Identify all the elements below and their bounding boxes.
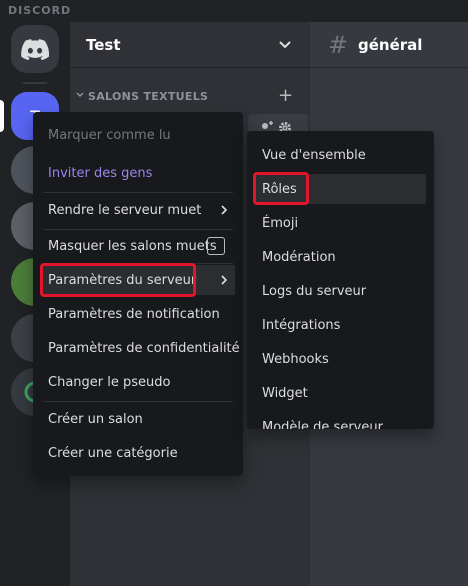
- menu-item-label: Paramètres de confidentialité: [48, 341, 240, 356]
- menu-item-change-nickname[interactable]: Changer le pseudo: [41, 367, 235, 397]
- menu-item-label: Rôles: [262, 182, 297, 197]
- server-header[interactable]: Test: [70, 22, 310, 68]
- menu-item-label: Émoji: [262, 216, 299, 231]
- server-settings-submenu: Vue d'ensemble Rôles Émoji Modération Lo…: [247, 131, 434, 429]
- hashtag-icon: #: [328, 31, 349, 59]
- menu-item-label: Rendre le serveur muet: [48, 203, 202, 218]
- chevron-down-icon: [279, 41, 291, 49]
- submenu-item-emoji[interactable]: Émoji: [255, 208, 426, 238]
- menu-item-label: Logs du serveur: [262, 284, 367, 299]
- category-salons-textuels[interactable]: SALONS TEXTUELS +: [74, 86, 306, 106]
- menu-item-create-channel[interactable]: Créer un salon: [41, 404, 235, 434]
- submenu-item-integrations[interactable]: Intégrations: [255, 310, 426, 340]
- menu-item-hide-muted-channels[interactable]: Masquer les salons muets: [41, 231, 235, 261]
- menu-item-label: Widget: [262, 386, 308, 401]
- submenu-item-server-template[interactable]: Modèle de serveur: [255, 412, 426, 429]
- chevron-down-icon: [76, 92, 84, 98]
- submenu-item-audit-log[interactable]: Logs du serveur: [255, 276, 426, 306]
- submenu-item-roles[interactable]: Rôles: [255, 174, 426, 204]
- server-name: Test: [86, 36, 121, 54]
- channel-header: # général: [310, 22, 468, 68]
- menu-item-notification-settings[interactable]: Paramètres de notification: [41, 299, 235, 329]
- chevron-right-icon: [221, 275, 228, 285]
- menu-item-label: Paramètres de notification: [48, 307, 220, 322]
- selected-server-indicator: [0, 100, 4, 132]
- submenu-item-overview[interactable]: Vue d'ensemble: [255, 140, 426, 170]
- menu-item-label: Modèle de serveur: [262, 420, 383, 429]
- menu-item-label: Vue d'ensemble: [262, 148, 366, 163]
- menu-item-label: Marquer comme lu: [48, 128, 171, 143]
- submenu-item-moderation[interactable]: Modération: [255, 242, 426, 272]
- menu-divider: [43, 401, 233, 402]
- app-brand: DISCORD: [8, 4, 72, 17]
- menu-item-invite-people[interactable]: Inviter des gens: [41, 158, 235, 188]
- checkbox-hide-muted[interactable]: [207, 237, 225, 255]
- category-label: SALONS TEXTUELS: [88, 90, 209, 103]
- menu-item-label: Webhooks: [262, 352, 329, 367]
- menu-divider: [43, 192, 233, 193]
- discord-logo-icon: [21, 38, 49, 60]
- add-channel-icon[interactable]: +: [278, 87, 293, 105]
- menu-item-label: Intégrations: [262, 318, 341, 333]
- submenu-item-widget[interactable]: Widget: [255, 378, 426, 408]
- menu-divider: [43, 229, 233, 230]
- title-bar: DISCORD: [0, 0, 468, 22]
- menu-item-label: Changer le pseudo: [48, 375, 171, 390]
- menu-item-mute-server[interactable]: Rendre le serveur muet: [41, 195, 235, 225]
- menu-item-label: Masquer les salons muets: [48, 239, 217, 254]
- menu-item-label: Créer un salon: [48, 412, 143, 427]
- menu-item-privacy-settings[interactable]: Paramètres de confidentialité: [41, 333, 240, 363]
- menu-item-label: Créer une catégorie: [48, 446, 178, 461]
- menu-item-label: Modération: [262, 250, 336, 265]
- menu-item-label: Inviter des gens: [48, 166, 153, 181]
- server-context-menu: Marquer comme lu Inviter des gens Rendre…: [33, 112, 243, 476]
- menu-item-mark-as-read[interactable]: Marquer comme lu: [41, 120, 235, 150]
- home-button[interactable]: [11, 25, 59, 73]
- server-list-separator: [23, 82, 47, 84]
- channel-title: général: [358, 36, 423, 54]
- submenu-item-webhooks[interactable]: Webhooks: [255, 344, 426, 374]
- menu-divider: [43, 263, 233, 264]
- chevron-right-icon: [221, 205, 228, 215]
- menu-item-label: Paramètres du serveur: [48, 273, 197, 288]
- menu-item-create-category[interactable]: Créer une catégorie: [41, 438, 235, 468]
- menu-item-server-settings[interactable]: Paramètres du serveur: [41, 265, 235, 295]
